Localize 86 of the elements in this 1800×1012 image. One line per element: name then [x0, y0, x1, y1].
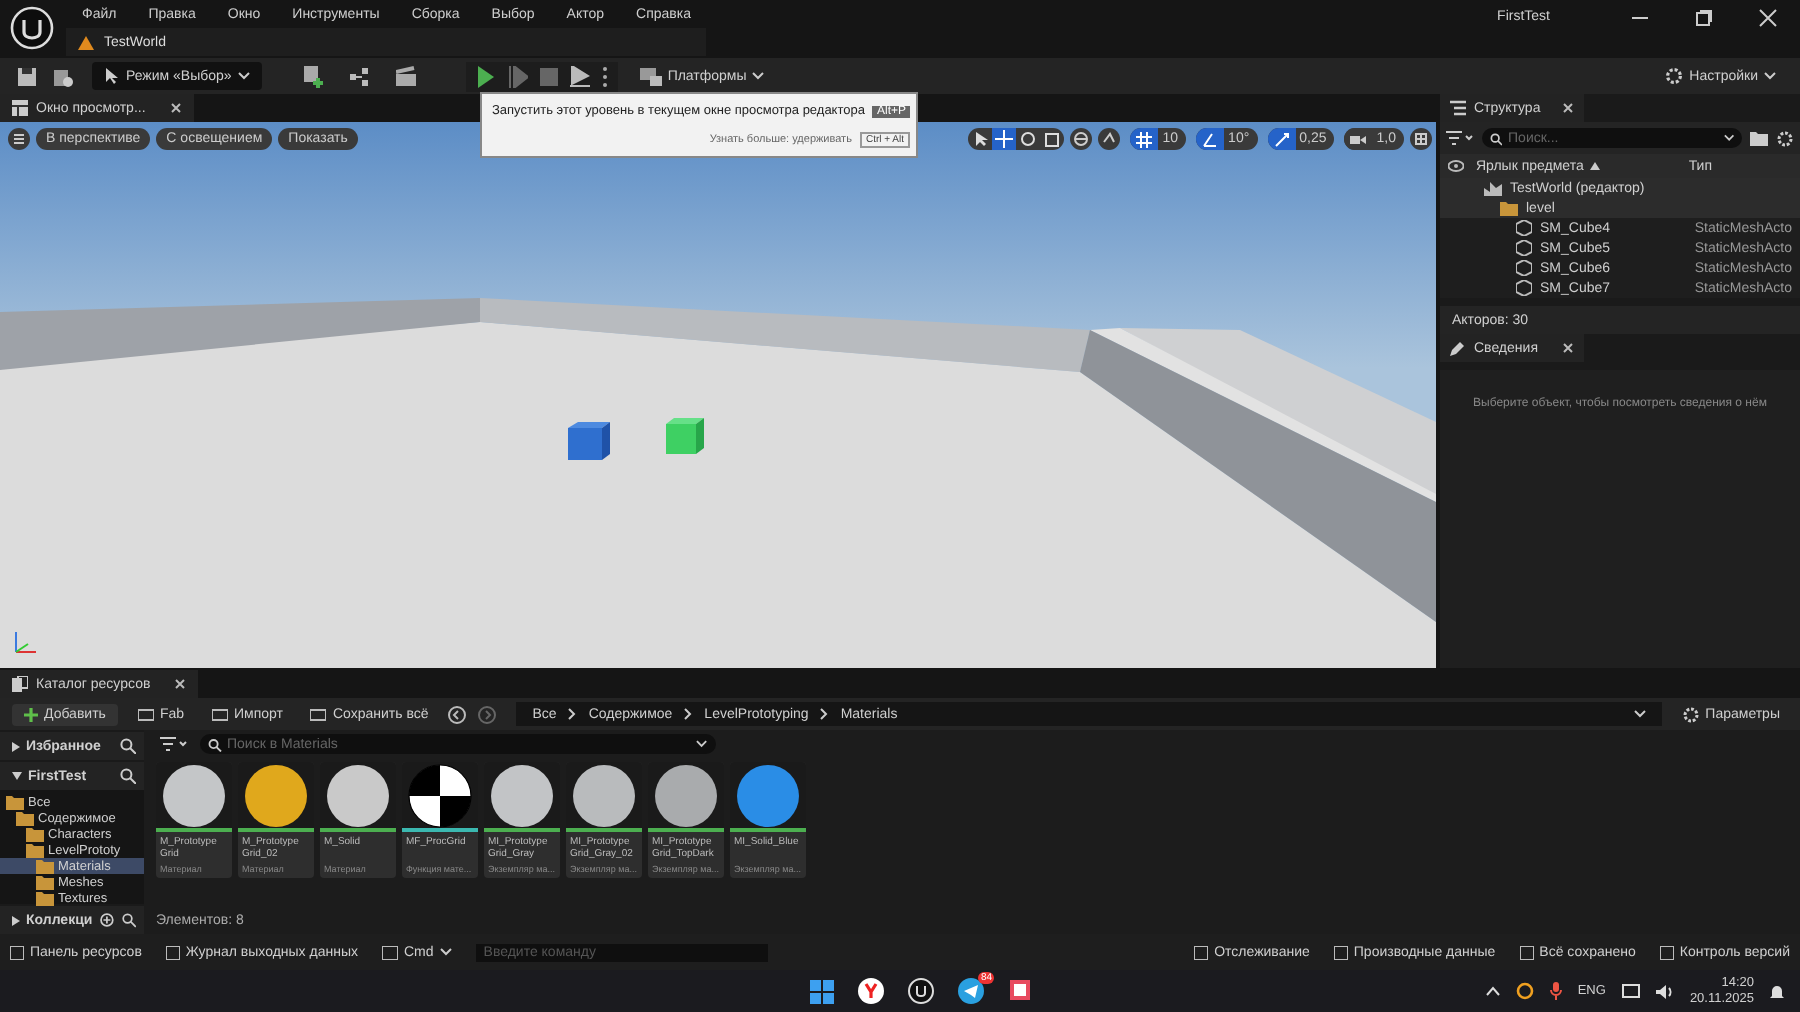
globe-icon[interactable] [1070, 128, 1093, 151]
status-glyph-icon [1194, 945, 1209, 960]
toolbar-glyph-icon [137, 707, 154, 722]
search-icon[interactable] [120, 738, 136, 755]
engine-app-icon[interactable] [908, 978, 934, 1005]
messenger-app-icon[interactable] [958, 978, 984, 1005]
settings-icon [1663, 66, 1684, 87]
panel-icon [10, 945, 24, 960]
plus-icon [24, 707, 38, 722]
search-icon[interactable] [120, 768, 136, 785]
microphone-icon[interactable] [1549, 982, 1562, 1001]
speaker-icon[interactable] [1655, 983, 1674, 1000]
browse-icon[interactable] [52, 65, 74, 88]
panel-icon [165, 945, 180, 960]
platforms-icon [639, 67, 662, 86]
filter-icon[interactable] [1446, 130, 1474, 147]
folder-add-icon[interactable] [1750, 130, 1768, 147]
search-icon [1490, 131, 1503, 146]
close-icon[interactable] [1758, 8, 1778, 28]
pencil-icon [1450, 340, 1466, 357]
menu-icon[interactable] [8, 128, 30, 151]
chevron-down-icon [752, 72, 765, 81]
chevron-down-icon [696, 740, 708, 749]
network-icon[interactable] [1621, 983, 1640, 1000]
restore-icon[interactable] [1694, 8, 1714, 28]
collapsed-arrow-icon [12, 741, 20, 752]
windows-start-icon[interactable] [810, 979, 834, 1004]
add-circle-icon[interactable] [100, 912, 115, 929]
list-icon [1450, 100, 1466, 117]
snipping-app-icon[interactable] [1008, 978, 1034, 1005]
surface-snap-icon[interactable] [1098, 128, 1121, 151]
grid-snap-icon [1136, 131, 1153, 148]
status-glyph-icon [1659, 945, 1674, 960]
viewport-icon [12, 100, 28, 117]
save-icon[interactable] [16, 65, 38, 88]
angle-snap-icon [1202, 131, 1219, 148]
step-play-icon[interactable] [507, 65, 528, 88]
chevron-down-icon [237, 72, 250, 81]
sync-icon[interactable] [1515, 982, 1534, 1001]
status-glyph-icon [1519, 945, 1534, 960]
filter-icon[interactable] [160, 736, 188, 753]
level-icon [78, 34, 94, 50]
move-tool-icon[interactable] [992, 128, 1017, 151]
toolbar-glyph-icon [310, 707, 327, 722]
search-icon [208, 737, 221, 752]
sort-ascending-icon [1589, 162, 1600, 171]
layout-icon[interactable] [1410, 128, 1432, 151]
eject-play-icon[interactable] [569, 65, 590, 88]
chevron-right-icon [684, 708, 693, 721]
engine-logo-icon[interactable] [10, 6, 54, 50]
chevron-down-icon [439, 948, 452, 957]
chevron-right-icon [820, 708, 829, 721]
toolbar-glyph-icon [212, 707, 228, 722]
settings-icon [1681, 705, 1700, 724]
camera-snap-icon [1350, 131, 1367, 148]
close-icon[interactable] [174, 678, 187, 691]
back-icon[interactable] [448, 705, 467, 724]
chevron-down-icon [1723, 134, 1734, 143]
close-icon[interactable] [1562, 102, 1574, 115]
chevron-down-icon [1764, 72, 1776, 81]
level-scene-drawing[interactable] [0, 122, 1436, 669]
expanded-arrow-icon [12, 772, 22, 781]
search-icon[interactable] [122, 912, 136, 929]
status-glyph-icon [1333, 945, 1348, 960]
chevron-up-icon[interactable] [1485, 986, 1500, 997]
eye-icon[interactable] [1448, 160, 1464, 173]
rotate-tool-icon[interactable] [1016, 128, 1041, 151]
notifications-icon[interactable] [1770, 983, 1784, 1000]
cursor-icon [104, 68, 120, 85]
browser-icon [12, 676, 28, 693]
browser-app-icon[interactable] [858, 978, 884, 1005]
stop-icon[interactable] [539, 67, 558, 86]
close-icon[interactable] [1562, 342, 1574, 355]
close-icon[interactable] [169, 102, 182, 115]
chevron-down-icon[interactable] [1633, 710, 1646, 719]
axis-gizmo-icon [12, 628, 40, 657]
world-icon [1484, 181, 1502, 196]
scale-tool-icon[interactable] [1040, 128, 1065, 151]
forward-icon[interactable] [478, 705, 497, 724]
terminal-icon [382, 945, 398, 960]
more-icon[interactable] [601, 65, 608, 88]
play-icon[interactable] [475, 65, 496, 88]
collapsed-arrow-icon [12, 915, 20, 926]
chevron-right-icon [568, 708, 577, 721]
settings-icon[interactable] [1776, 129, 1794, 148]
scale-snap-icon [1273, 131, 1290, 148]
